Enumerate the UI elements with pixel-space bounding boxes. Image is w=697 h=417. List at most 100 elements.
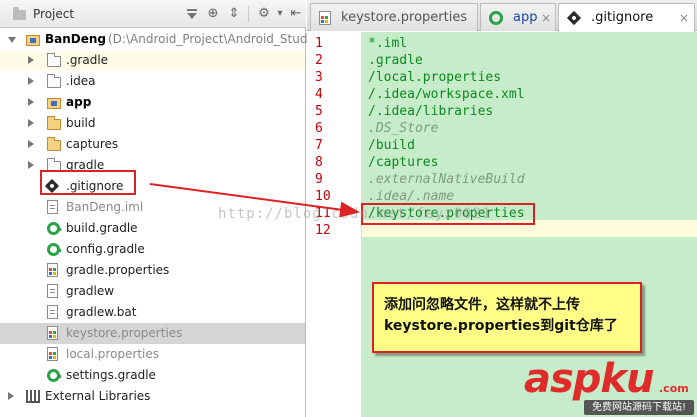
line-number: 6 bbox=[315, 121, 323, 136]
tree-item-label: .gradle bbox=[66, 53, 109, 67]
hide-icon[interactable]: ⇤ bbox=[288, 6, 304, 22]
header-divider bbox=[248, 6, 249, 22]
libraries-icon bbox=[26, 390, 42, 403]
tree-item[interactable]: build bbox=[0, 113, 305, 134]
folder-icon bbox=[47, 137, 61, 151]
project-panel-header: Project ⊕ ⇕ ⚙ ▾ ⇤ bbox=[0, 0, 306, 28]
tree-item-label: settings.gradle bbox=[66, 368, 156, 382]
line-number: 9 bbox=[315, 172, 323, 187]
expand-arrow-right-icon[interactable] bbox=[28, 140, 34, 148]
collapse-icon[interactable]: ⇕ bbox=[226, 6, 242, 22]
code-line: /.idea/libraries bbox=[368, 104, 494, 119]
properties-icon bbox=[47, 347, 58, 361]
code-line: .idea/.name bbox=[368, 189, 455, 204]
project-title: Project bbox=[33, 7, 75, 21]
gitignore-highlight-box bbox=[40, 170, 136, 195]
folder-icon bbox=[47, 53, 61, 67]
annotation-callout: 添加问忽略文件，这样就不上传 keystore.properties到git仓库… bbox=[372, 282, 642, 353]
tree-item[interactable]: keystore.properties bbox=[0, 323, 305, 344]
gradle-icon bbox=[47, 369, 61, 382]
gradle-icon bbox=[47, 243, 61, 256]
tab-label: app bbox=[513, 10, 538, 25]
settings-icon[interactable]: ⚙ bbox=[256, 6, 272, 22]
module-icon bbox=[47, 98, 61, 109]
properties-icon bbox=[47, 326, 58, 340]
properties-icon bbox=[47, 263, 58, 277]
expand-arrow-right-icon[interactable] bbox=[28, 119, 34, 127]
code-line: .DS_Store bbox=[368, 121, 439, 136]
code-line: .externalNativeBuild bbox=[368, 172, 525, 187]
tab-close-icon[interactable]: × bbox=[679, 11, 689, 25]
tree-item-label: gradlew bbox=[66, 284, 115, 298]
file-icon bbox=[47, 284, 58, 298]
tree-item-label: External Libraries bbox=[45, 389, 151, 403]
tree-root-item[interactable]: BanDeng (D:\Android_Project\Android_Studi bbox=[0, 29, 311, 50]
editor-tab-bar: keystore.properties app × .gitignore × bbox=[307, 0, 697, 32]
tree-item-label: config.gradle bbox=[66, 242, 145, 256]
file-icon bbox=[47, 305, 58, 319]
logo-brand: aspku bbox=[524, 356, 655, 402]
tree-item-label: gradlew.bat bbox=[66, 305, 137, 319]
line-number: 7 bbox=[315, 138, 323, 153]
tree-item-label: app bbox=[66, 95, 92, 109]
tab-label: keystore.properties bbox=[341, 10, 468, 25]
tree-item[interactable]: gradlew bbox=[0, 281, 305, 302]
properties-icon bbox=[319, 11, 331, 25]
tree-item[interactable]: gradle.properties bbox=[0, 260, 305, 281]
gradle-icon bbox=[47, 222, 61, 235]
tree-item-label: gradle.properties bbox=[66, 263, 170, 277]
gradle-icon bbox=[489, 11, 503, 25]
logo-suffix: .com bbox=[659, 382, 689, 395]
expand-arrow-right-icon[interactable] bbox=[28, 77, 34, 85]
tab-label: .gitignore bbox=[591, 10, 654, 25]
line-number: 1 bbox=[315, 36, 323, 51]
tree-item[interactable]: config.gradle bbox=[0, 239, 305, 260]
line-number: 4 bbox=[315, 87, 323, 102]
tab-app[interactable]: app × bbox=[480, 3, 556, 31]
tree-item-label: build.gradle bbox=[66, 221, 138, 235]
line-number: 5 bbox=[315, 104, 323, 119]
line-number: 2 bbox=[315, 53, 323, 68]
code-line: /captures bbox=[368, 155, 439, 170]
code-line: /.idea/workspace.xml bbox=[368, 87, 525, 102]
code-line: /local.properties bbox=[368, 70, 502, 85]
view-dropdown-icon[interactable] bbox=[186, 9, 200, 21]
tree-item[interactable]: .gradle bbox=[0, 50, 305, 71]
expand-arrow-right-icon[interactable] bbox=[28, 98, 34, 106]
line-number: 3 bbox=[315, 70, 323, 85]
tree-item[interactable]: local.properties bbox=[0, 344, 305, 365]
project-path: (D:\Android_Project\Android_Studi bbox=[108, 32, 311, 46]
tree-item-label: local.properties bbox=[66, 347, 160, 361]
tree-item[interactable]: .idea bbox=[0, 71, 305, 92]
code-line: /build bbox=[368, 138, 415, 153]
tab-keystore-properties[interactable]: keystore.properties bbox=[310, 3, 478, 31]
tree-item[interactable]: app bbox=[0, 92, 305, 113]
line-number: 8 bbox=[315, 155, 323, 170]
module-icon bbox=[26, 35, 40, 46]
tree-item-label: build bbox=[66, 116, 96, 130]
site-logo: aspku .com 免费网站源码下载站! bbox=[524, 356, 694, 416]
line-number: 12 bbox=[315, 223, 331, 238]
expand-arrow-down-icon[interactable] bbox=[8, 37, 16, 43]
target-icon[interactable]: ⊕ bbox=[205, 6, 221, 22]
tree-item[interactable]: gradlew.bat bbox=[0, 302, 305, 323]
tree-item[interactable]: External Libraries bbox=[0, 386, 305, 407]
tree-item[interactable]: settings.gradle bbox=[0, 365, 305, 386]
tree-item-label: .idea bbox=[66, 74, 96, 88]
tree-item-label: captures bbox=[66, 137, 119, 151]
folder-icon bbox=[47, 74, 61, 88]
tree-item-label: BanDeng.iml bbox=[66, 200, 144, 214]
tree-item[interactable]: captures bbox=[0, 134, 305, 155]
tree-item-label: keystore.properties bbox=[66, 326, 183, 340]
expand-arrow-right-icon[interactable] bbox=[28, 161, 34, 169]
settings-dropdown-icon[interactable]: ▾ bbox=[272, 6, 288, 22]
file-icon bbox=[47, 200, 58, 214]
watermark: http://blog.csdn.net/fayz0021 bbox=[218, 206, 492, 222]
tab-close-icon[interactable]: × bbox=[541, 11, 551, 25]
line-number-gutter: 1 2 3 4 5 6 7 8 9 10 11 12 bbox=[307, 32, 362, 417]
git-icon bbox=[566, 10, 582, 26]
expand-arrow-right-icon[interactable] bbox=[8, 392, 14, 400]
tree-item-label: BanDeng bbox=[45, 32, 107, 46]
expand-arrow-right-icon[interactable] bbox=[28, 56, 34, 64]
tab-gitignore[interactable]: .gitignore × bbox=[558, 3, 695, 32]
